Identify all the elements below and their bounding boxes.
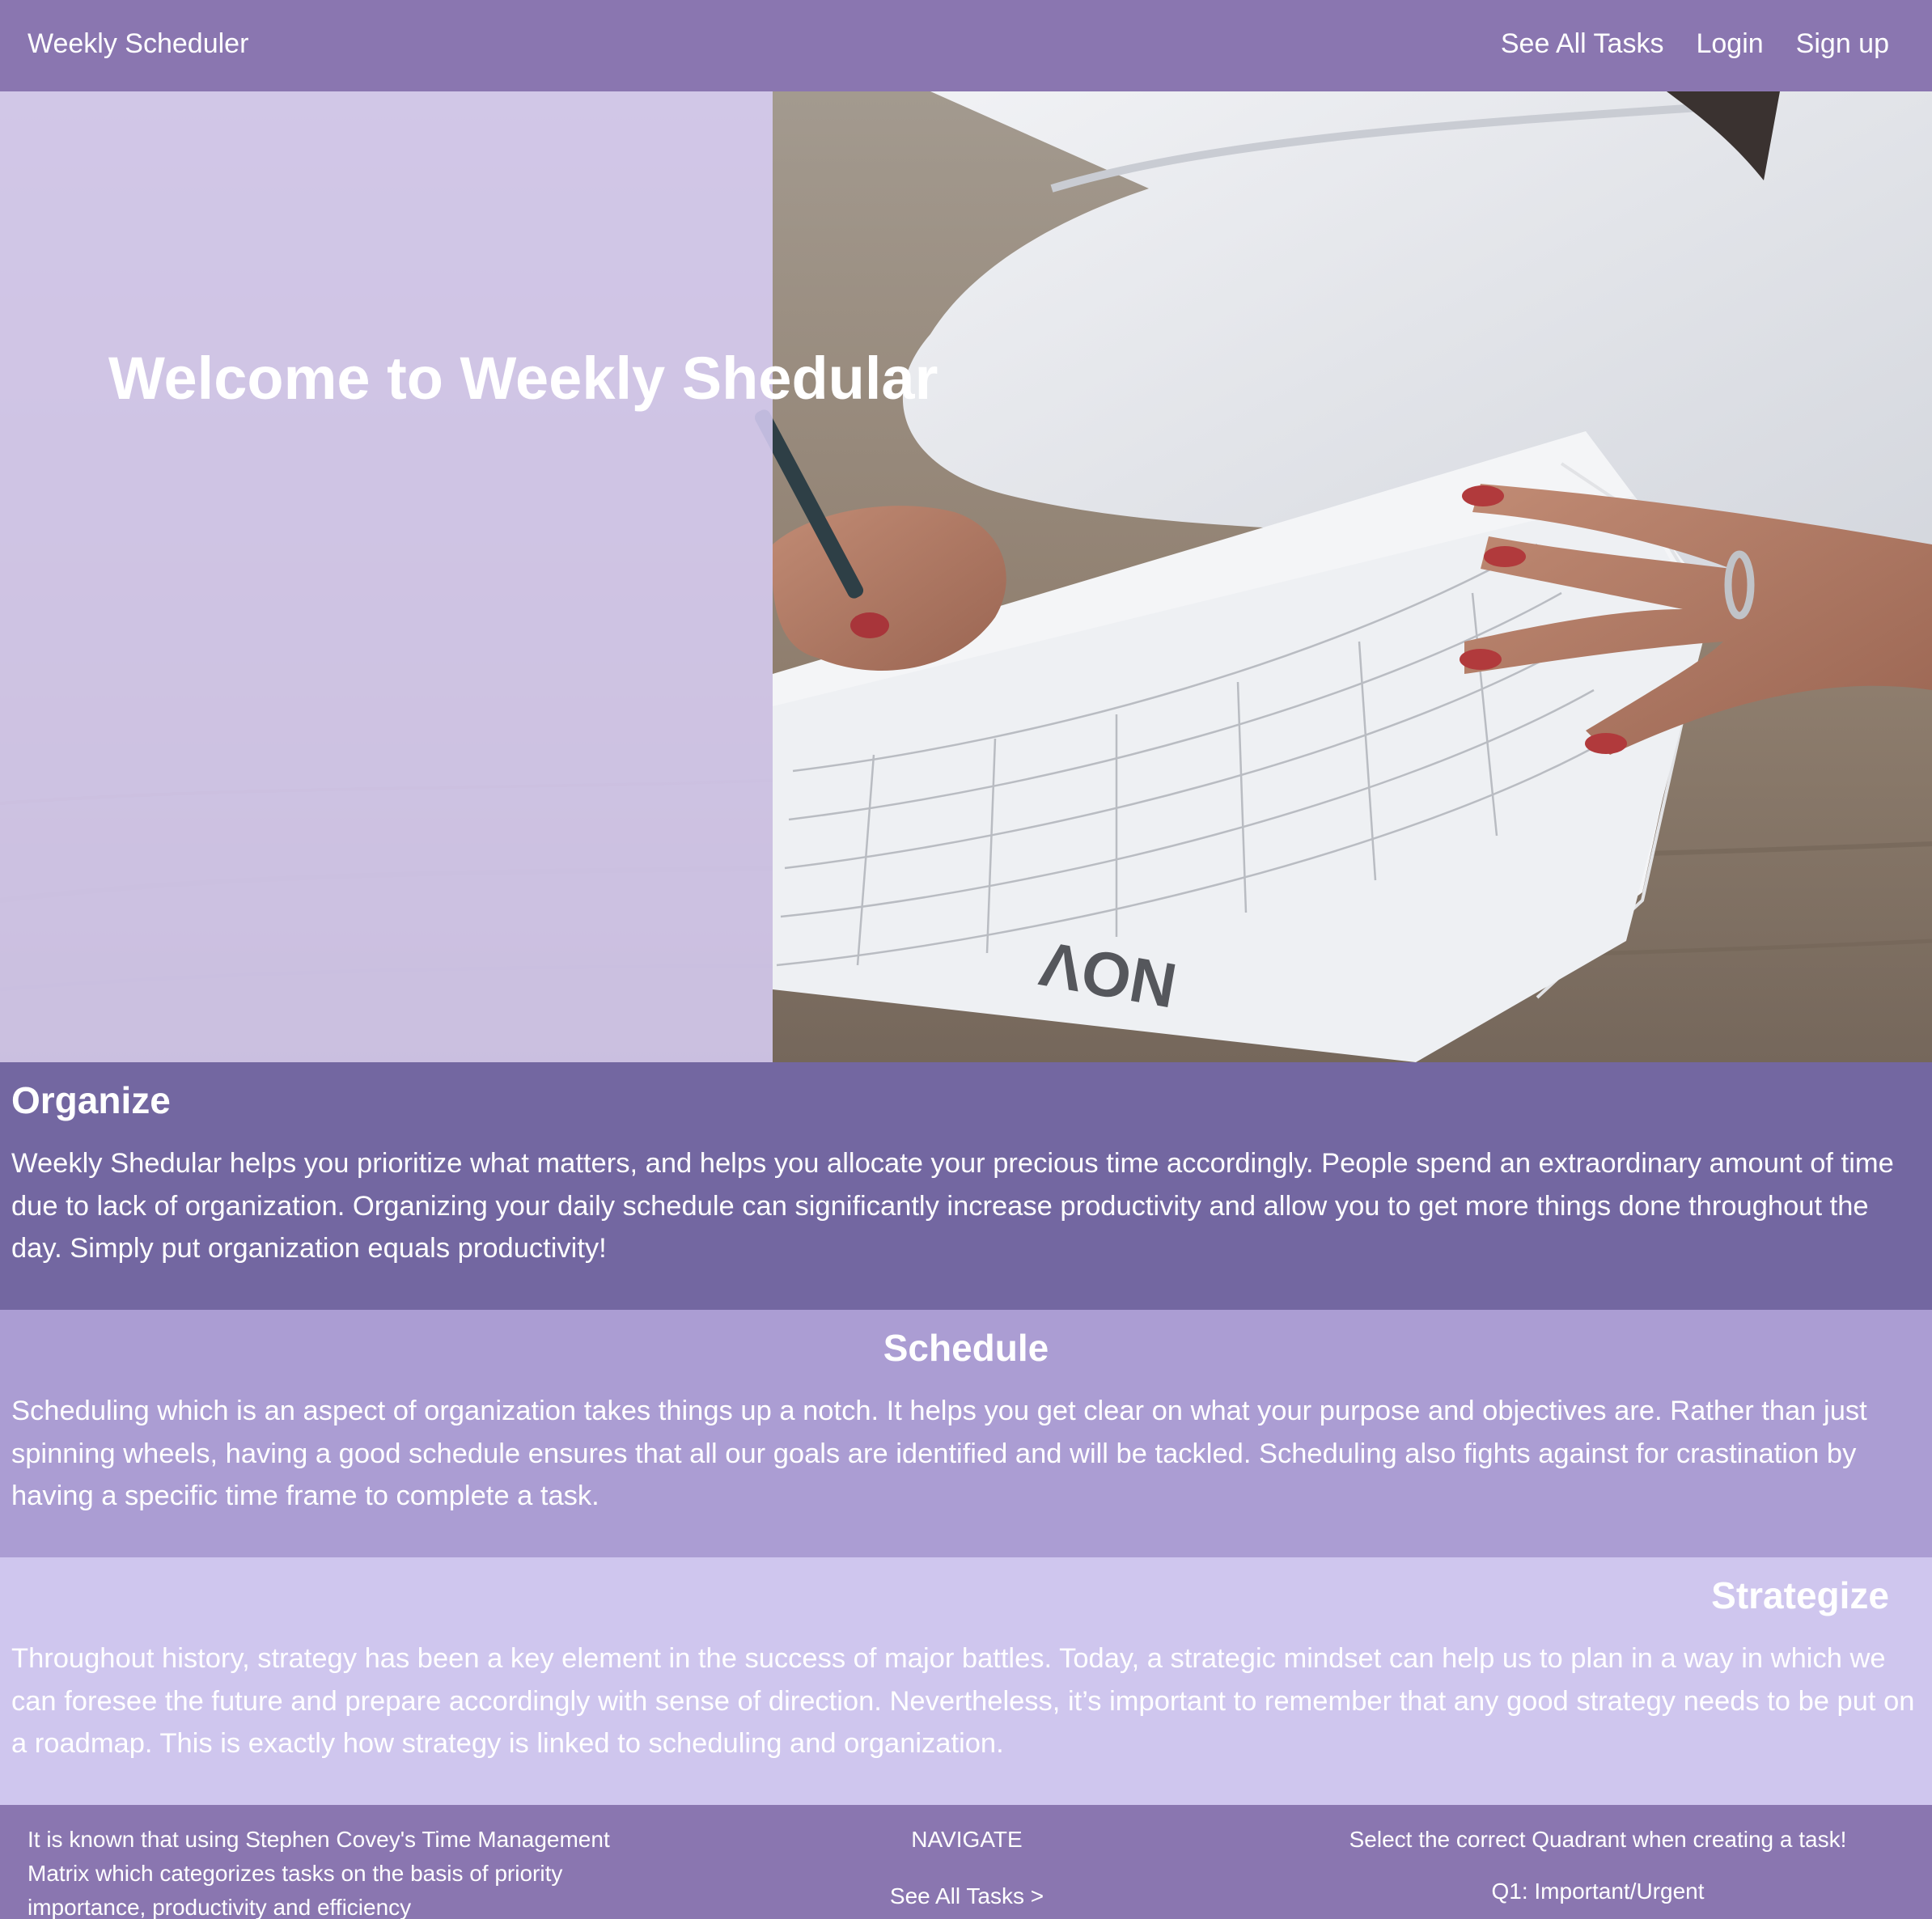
schedule-heading: Schedule — [883, 1327, 1049, 1369]
footer-quadrant-heading: Select the correct Quadrant when creatin… — [1349, 1827, 1847, 1852]
strategize-section: Strategize Throughout history, strategy … — [0, 1557, 1932, 1805]
brand-link[interactable]: Weekly Scheduler — [28, 26, 248, 61]
schedule-section: Schedule Scheduling which is an aspect o… — [0, 1310, 1932, 1557]
footer-about: It is known that using Stephen Covey's T… — [28, 1827, 610, 1919]
footer-navigate-heading: NAVIGATE — [911, 1827, 1023, 1852]
organize-section: Organize Weekly Shedular helps you prior… — [0, 1062, 1932, 1310]
hero-title: Welcome to Weekly Shedular — [108, 345, 938, 412]
page-footer: It is known that using Stephen Covey's T… — [0, 1805, 1932, 1919]
nav-link-sign-up[interactable]: Sign up — [1796, 26, 1889, 61]
hero-overlay — [0, 91, 773, 1062]
organize-body: Weekly Shedular helps you prioritize wha… — [11, 1148, 1894, 1264]
top-navbar: Weekly Scheduler See All Tasks Login Sig… — [0, 0, 1932, 91]
footer-quadrants: Select the correct Quadrant when creatin… — [1262, 1823, 1932, 1908]
footer-quadrant-q1: Q1: Important/Urgent — [1491, 1879, 1705, 1904]
organize-heading: Organize — [11, 1079, 171, 1121]
strategize-heading: Strategize — [1711, 1574, 1889, 1616]
footer-navigate: NAVIGATE See All Tasks > — [809, 1823, 1125, 1913]
nav-link-see-all-tasks[interactable]: See All Tasks — [1501, 26, 1664, 61]
hero-banner: NOV Welcome to Weekly Shedular — [0, 91, 1932, 1062]
strategize-body: Throughout history, strategy has been a … — [11, 1643, 1915, 1759]
nav-links: See All Tasks Login Sign up — [1501, 26, 1889, 61]
schedule-body: Scheduling which is an aspect of organiz… — [11, 1396, 1867, 1511]
footer-link-see-all-tasks[interactable]: See All Tasks > — [809, 1879, 1125, 1913]
nav-link-login[interactable]: Login — [1696, 26, 1763, 61]
